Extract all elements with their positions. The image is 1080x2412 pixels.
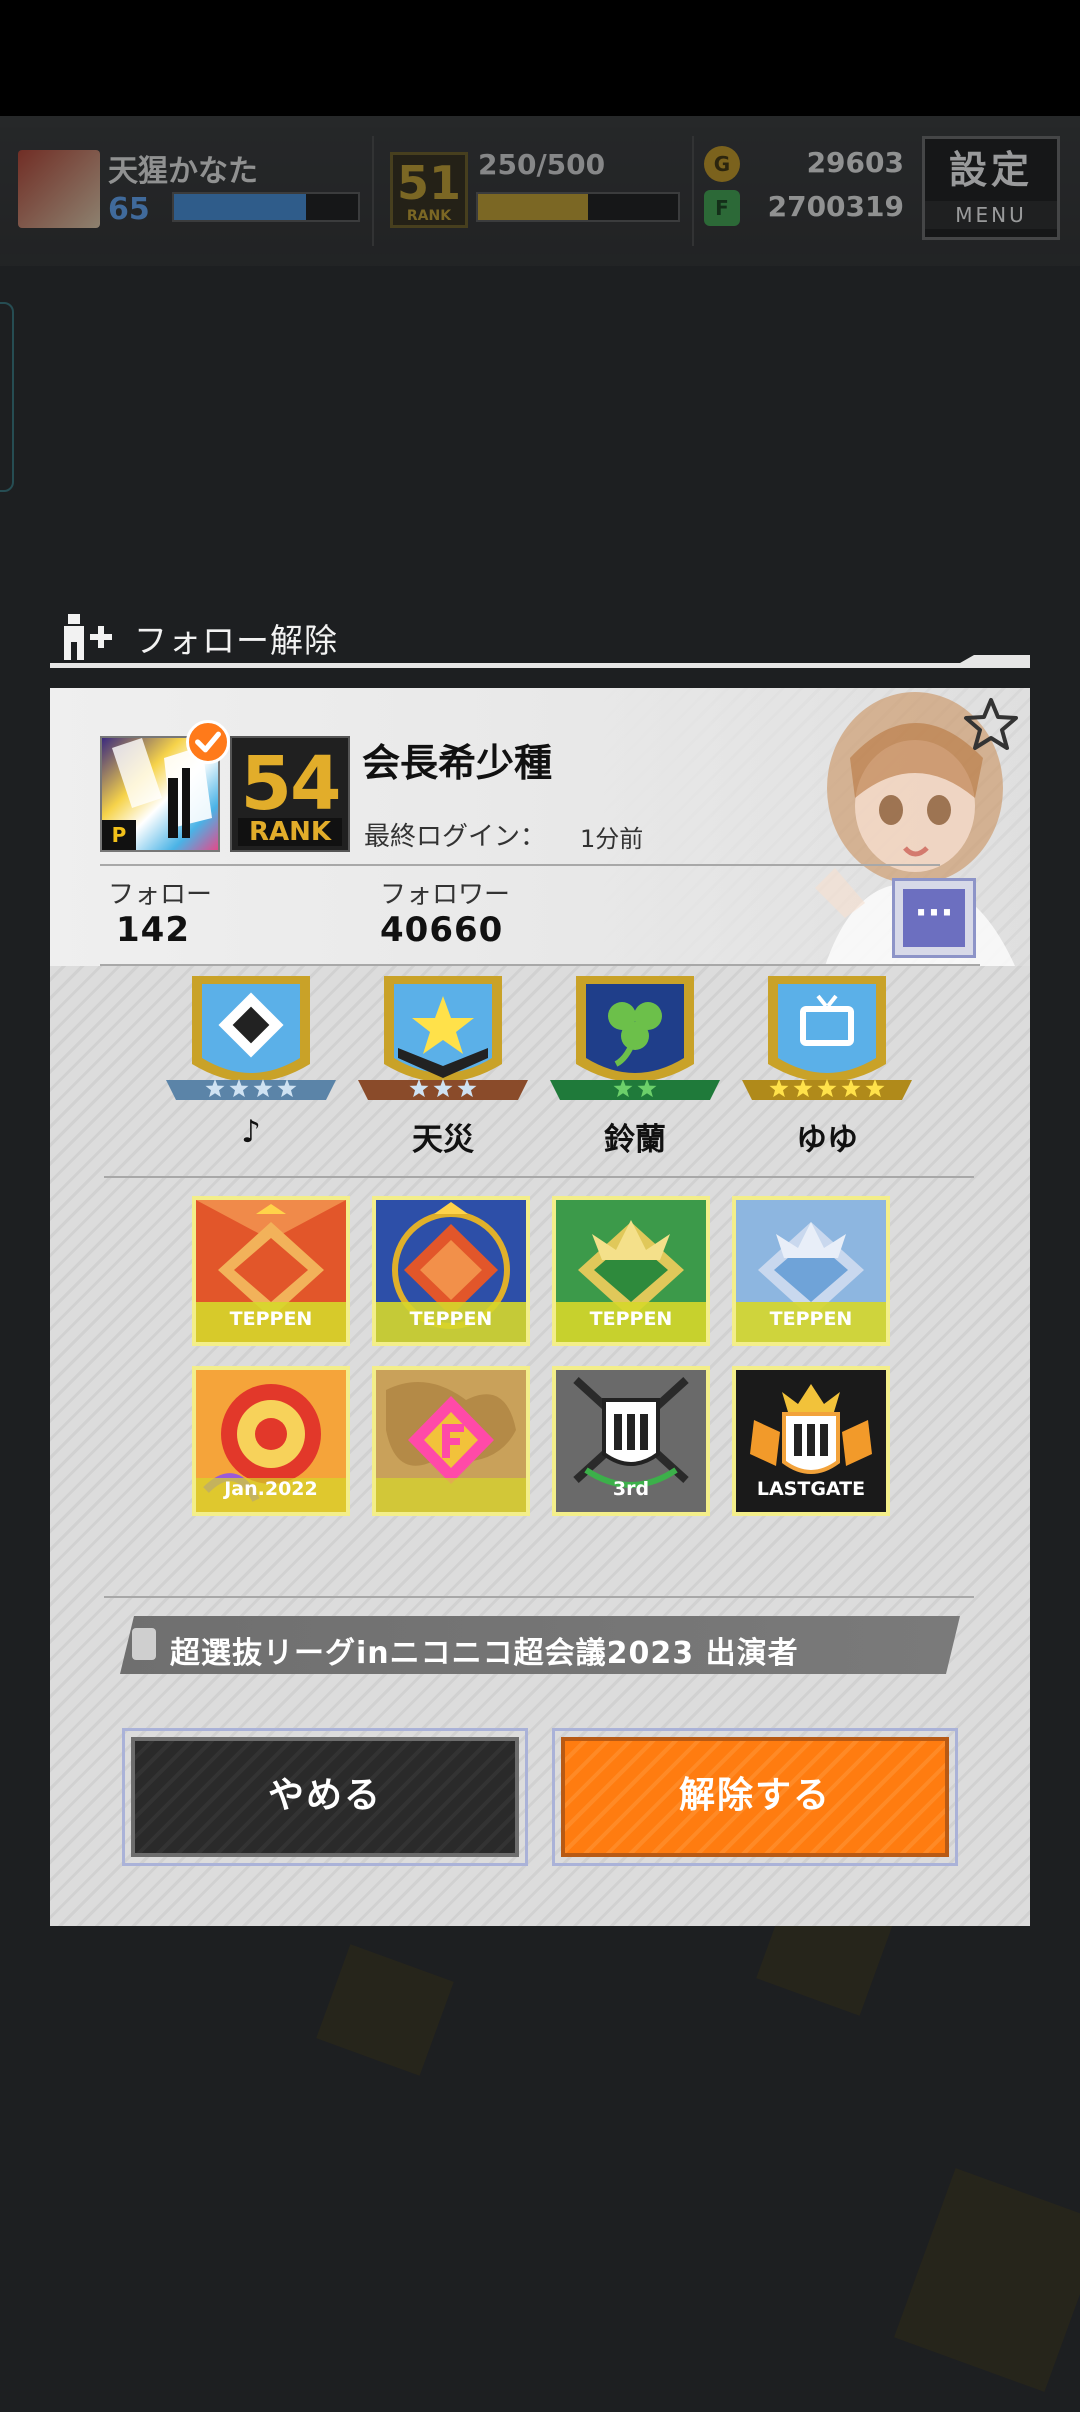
profile-divider bbox=[100, 864, 940, 866]
last-login-label: 最終ログイン： bbox=[364, 822, 547, 852]
avatar-tag: P bbox=[102, 820, 136, 850]
star-icon bbox=[229, 1079, 249, 1098]
unfollow-icon bbox=[64, 614, 112, 660]
star-icon bbox=[637, 1079, 657, 1098]
background-decoration bbox=[316, 1944, 454, 2076]
league-star-rating bbox=[409, 1079, 477, 1098]
league-star-rating bbox=[769, 1079, 885, 1098]
league-emblem: 天災 bbox=[358, 974, 528, 1158]
settings-menu-label: MENU bbox=[925, 201, 1057, 229]
user-rank-label: RANK bbox=[238, 818, 342, 846]
star-icon bbox=[433, 1079, 453, 1098]
stamina-text: 250/500 bbox=[478, 148, 606, 181]
player-rank-emblem: 51 RANK bbox=[390, 152, 468, 228]
league-emblem: ゆゆ bbox=[742, 974, 912, 1158]
medal-caption: TEPPEN bbox=[229, 1308, 313, 1330]
achievement-medal[interactable]: TEPPEN bbox=[372, 1196, 530, 1346]
section-divider bbox=[104, 1596, 974, 1598]
star-icon bbox=[613, 1079, 633, 1098]
status-bar bbox=[0, 0, 1080, 116]
f-emblem-medal-art bbox=[376, 1370, 526, 1512]
dialog-header: フォロー解除 bbox=[50, 606, 1030, 668]
medal-caption: Jan.2022 bbox=[224, 1478, 318, 1500]
medal-caption: TEPPEN bbox=[769, 1308, 853, 1330]
star-icon bbox=[817, 1079, 837, 1098]
settings-menu-kanji: 設定 bbox=[948, 148, 1033, 192]
follow-count: 142 bbox=[116, 910, 190, 950]
medal-caption: TEPPEN bbox=[409, 1308, 493, 1330]
section-divider bbox=[104, 1176, 974, 1178]
unfollow-dialog-panel: P 54 RANK 会長希少種 最終ログイン： 1分前 フォロー 142 フォロ… bbox=[50, 688, 1030, 1926]
game-hud: 天猩かなた 65 51 RANK 250/500 G 29603 F 270031… bbox=[0, 116, 1080, 266]
achievement-medal[interactable]: LASTGATE bbox=[732, 1366, 890, 1516]
last-login-value: 1分前 bbox=[580, 825, 644, 853]
player-avatar bbox=[18, 150, 100, 228]
user-rank-number: 54 bbox=[240, 741, 342, 827]
achievement-medal[interactable]: TEPPEN bbox=[192, 1196, 350, 1346]
green-point-icon: F bbox=[704, 190, 740, 226]
league-name: 鈴蘭 bbox=[604, 1122, 666, 1158]
league-name: 天災 bbox=[412, 1122, 474, 1158]
league-name: ♪ bbox=[241, 1114, 261, 1150]
unfollow-confirm-button[interactable]: 解除する bbox=[552, 1728, 958, 1866]
star-icon bbox=[793, 1079, 813, 1098]
user-rank-badge: 54 RANK bbox=[230, 736, 350, 852]
hud-divider bbox=[372, 136, 374, 246]
star-icon bbox=[841, 1079, 861, 1098]
player-rank-label: RANK bbox=[406, 208, 452, 224]
league-star-rating bbox=[205, 1079, 297, 1098]
stamina-bar bbox=[476, 192, 680, 222]
player-title-text: 超選抜リーグinニコニコ超会議2023 出演者 bbox=[170, 1636, 799, 1671]
verified-check-icon bbox=[186, 720, 230, 764]
achievement-medal[interactable]: TEPPEN bbox=[732, 1196, 890, 1346]
header-notch bbox=[960, 655, 1030, 663]
dialog-title: フォロー解除 bbox=[134, 621, 338, 660]
medal-caption: 3rd bbox=[612, 1478, 650, 1500]
follower-count: 40660 bbox=[380, 910, 504, 950]
unfollow-confirm-label: 解除する bbox=[561, 1737, 949, 1857]
xp-bar-fill bbox=[174, 194, 307, 220]
title-lock-icon bbox=[132, 1628, 156, 1660]
cancel-button-label: やめる bbox=[131, 1737, 519, 1857]
follower-label: フォロワー bbox=[380, 880, 511, 910]
user-name: 会長希少種 bbox=[362, 741, 553, 785]
star-icon bbox=[409, 1079, 429, 1098]
gold-amount: 29603 bbox=[806, 146, 904, 179]
player-level: 65 bbox=[108, 192, 150, 227]
achievement-medal[interactable]: Jan.2022 bbox=[192, 1366, 350, 1516]
league-emblem: ♪ bbox=[166, 974, 336, 1154]
star-icon bbox=[205, 1079, 225, 1098]
league-name: ゆゆ bbox=[796, 1122, 858, 1158]
profile-divider bbox=[100, 964, 980, 966]
star-icon bbox=[253, 1079, 273, 1098]
settings-menu-button[interactable]: 設定 MENU bbox=[922, 136, 1060, 240]
hud-divider bbox=[692, 136, 694, 246]
achievement-medal[interactable]: 3rd bbox=[552, 1366, 710, 1516]
cancel-button[interactable]: やめる bbox=[122, 1728, 528, 1866]
star-icon bbox=[865, 1079, 885, 1098]
league-emblem: 鈴蘭 bbox=[550, 974, 720, 1158]
player-name: 天猩かなた bbox=[108, 154, 258, 189]
player-title-badge: 超選抜リーグinニコニコ超会議2023 出演者 bbox=[120, 1616, 960, 1674]
league-star-rating bbox=[613, 1079, 657, 1098]
gold-coin-icon: G bbox=[704, 146, 740, 182]
medal-caption: LASTGATE bbox=[756, 1478, 866, 1500]
stamina-bar-fill bbox=[478, 194, 588, 220]
follow-label: フォロー bbox=[108, 880, 213, 910]
green-point-amount: 2700319 bbox=[767, 190, 904, 223]
star-icon bbox=[769, 1079, 789, 1098]
achievement-medal[interactable]: TEPPEN bbox=[552, 1196, 710, 1346]
more-options-button[interactable]: ··· bbox=[892, 878, 976, 958]
player-rank-number: 51 bbox=[396, 156, 461, 210]
favorite-star-icon[interactable] bbox=[962, 696, 1020, 754]
medal-caption: TEPPEN bbox=[589, 1308, 673, 1330]
background-decoration bbox=[894, 2168, 1080, 2392]
xp-bar bbox=[172, 192, 360, 222]
star-icon bbox=[277, 1079, 297, 1098]
star-icon bbox=[457, 1079, 477, 1098]
side-drawer-tab bbox=[0, 302, 14, 492]
more-options-icon: ··· bbox=[903, 889, 965, 947]
achievement-medal[interactable] bbox=[372, 1366, 530, 1516]
header-underline bbox=[50, 663, 1030, 668]
